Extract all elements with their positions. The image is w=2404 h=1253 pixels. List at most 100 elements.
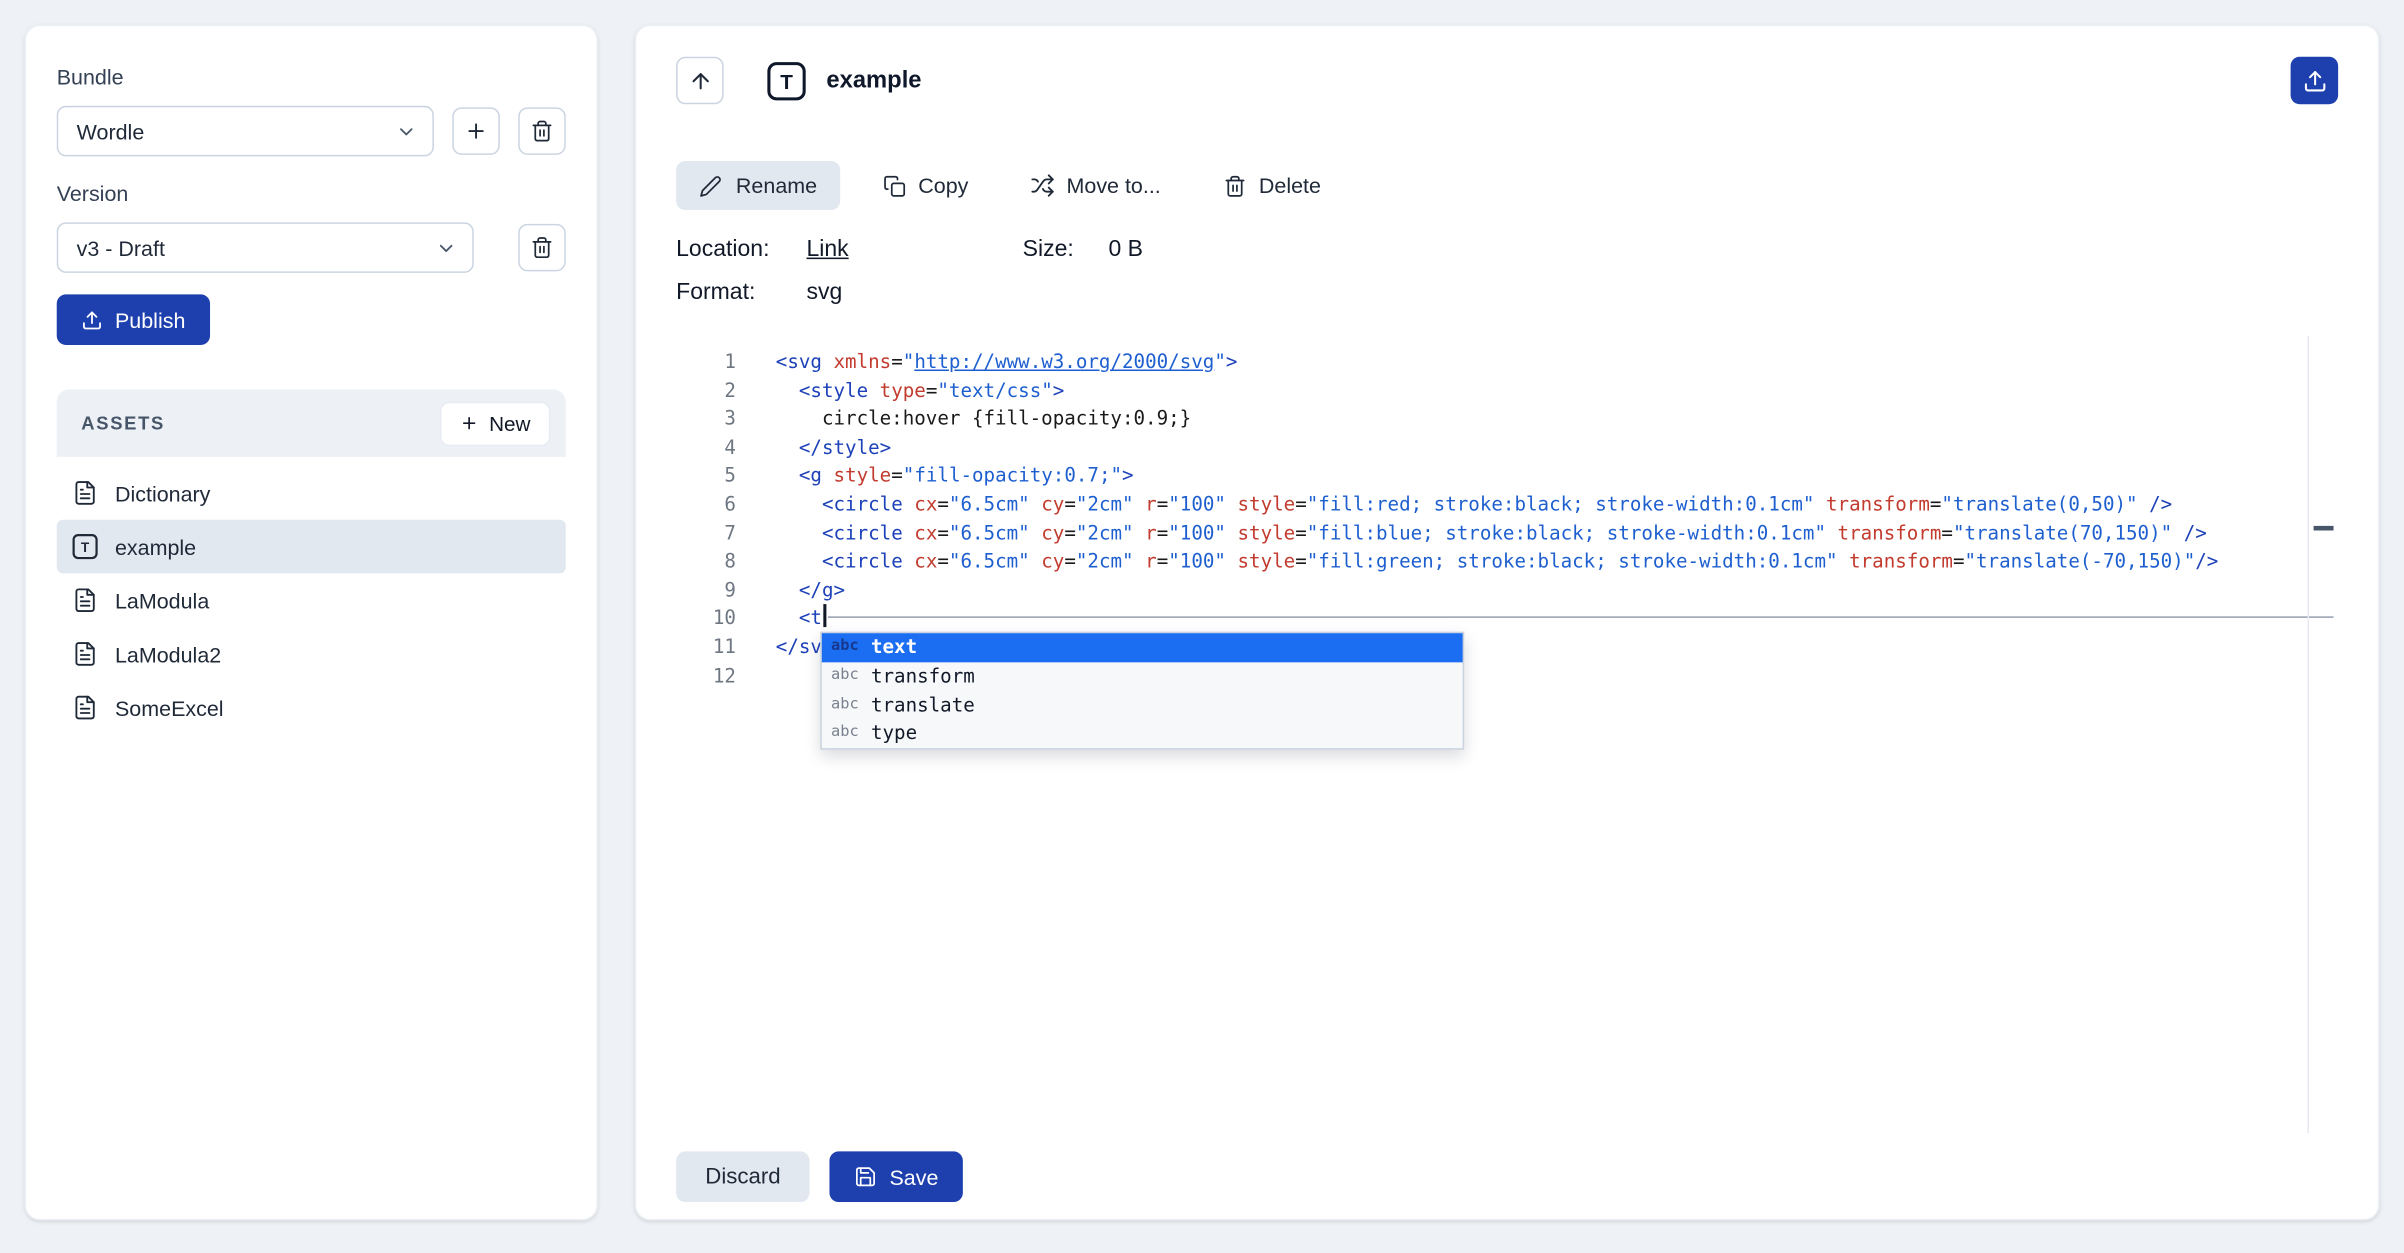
code-line[interactable]: <circle cx="6.5cm" cy="2cm" r="100" styl… bbox=[776, 519, 2308, 548]
delete-bundle-button[interactable] bbox=[518, 107, 566, 155]
format-label: Format: bbox=[676, 276, 806, 310]
trash-icon bbox=[530, 120, 553, 143]
delete-button[interactable]: Delete bbox=[1224, 173, 1321, 198]
assets-title: ASSETS bbox=[81, 412, 165, 433]
autocomplete-popup: abctextabctransformabctranslateabctype bbox=[820, 632, 1464, 750]
version-label: Version bbox=[57, 181, 566, 207]
code-line[interactable]: <circle cx="6.5cm" cy="2cm" r="100" styl… bbox=[776, 548, 2308, 577]
asset-row[interactable]: SomeExcel bbox=[57, 681, 566, 735]
rename-button[interactable]: Rename bbox=[676, 161, 840, 210]
code-line[interactable]: <svg xmlns="http://www.w3.org/2000/svg"> bbox=[776, 348, 2308, 377]
line-number: 1 bbox=[676, 348, 736, 377]
line-number: 10 bbox=[676, 605, 736, 634]
publish-icon bbox=[81, 309, 102, 330]
assets-header: ASSETS New bbox=[57, 389, 566, 456]
line-number: 3 bbox=[676, 405, 736, 434]
svg-text:T: T bbox=[81, 540, 90, 555]
autocomplete-item[interactable]: abc translate bbox=[822, 691, 1463, 720]
move-to-button-label: Move to... bbox=[1067, 173, 1161, 198]
line-number: 6 bbox=[676, 491, 736, 520]
up-button[interactable] bbox=[676, 57, 724, 105]
copy-icon bbox=[883, 174, 906, 197]
autocomplete-item[interactable]: abctype bbox=[822, 720, 1463, 749]
line-number: 5 bbox=[676, 462, 736, 491]
size-label: Size: bbox=[1023, 233, 1109, 267]
completion-label: translate bbox=[871, 691, 975, 720]
line-number: 12 bbox=[676, 662, 736, 691]
type-icon: T bbox=[72, 534, 98, 560]
completion-kind-abc: abc bbox=[831, 633, 859, 662]
upload-icon bbox=[2302, 68, 2327, 93]
app-root: Bundle Wordle Version v3 - D bbox=[0, 0, 2404, 1253]
publish-button-label: Publish bbox=[115, 307, 185, 332]
publish-button[interactable]: Publish bbox=[57, 294, 210, 345]
asset-row[interactable]: Dictionary bbox=[57, 466, 566, 520]
editor-scrollbar-line bbox=[2307, 336, 2309, 1133]
asset-row[interactable]: T example bbox=[57, 520, 566, 574]
completion-kind-abc: abc bbox=[831, 691, 859, 720]
pencil-icon bbox=[699, 174, 722, 197]
line-number: 11 bbox=[676, 633, 736, 662]
sidebar: Bundle Wordle Version v3 - D bbox=[25, 25, 598, 1221]
upload-button[interactable] bbox=[2291, 57, 2339, 105]
new-asset-button-label: New bbox=[489, 412, 530, 435]
delete-button-label: Delete bbox=[1259, 173, 1321, 198]
location-label: Location: bbox=[676, 233, 806, 267]
version-row: v3 - Draft bbox=[57, 222, 566, 273]
main-panel: T example Rename Copy bbox=[635, 25, 2380, 1221]
bundle-select-value: Wordle bbox=[77, 119, 145, 144]
save-button-label: Save bbox=[889, 1164, 938, 1189]
asset-label: example bbox=[115, 534, 196, 559]
copy-button[interactable]: Copy bbox=[883, 173, 968, 198]
asset-row[interactable]: LaModula2 bbox=[57, 627, 566, 681]
completion-kind-abc: abc bbox=[831, 662, 859, 691]
autocomplete-item[interactable]: abctransform bbox=[822, 662, 1463, 691]
shuffle-icon bbox=[1030, 173, 1055, 198]
version-select[interactable]: v3 - Draft bbox=[57, 222, 474, 273]
plus-icon bbox=[465, 120, 488, 143]
line-number: 9 bbox=[676, 576, 736, 605]
new-asset-button[interactable]: New bbox=[440, 401, 550, 445]
file-text-icon bbox=[72, 641, 98, 667]
line-number: 2 bbox=[676, 377, 736, 406]
save-button[interactable]: Save bbox=[830, 1151, 963, 1202]
asset-list: Dictionary T example LaModula LaModula2 bbox=[57, 466, 566, 734]
bundle-label: Bundle bbox=[57, 64, 566, 90]
trash-icon bbox=[1224, 174, 1247, 197]
rename-button-label: Rename bbox=[736, 173, 817, 198]
code-line[interactable]: <t bbox=[776, 605, 2308, 634]
move-to-button[interactable]: Move to... bbox=[1030, 173, 1161, 198]
code-line[interactable]: <circle cx="6.5cm" cy="2cm" r="100" styl… bbox=[776, 491, 2308, 520]
autocomplete-item[interactable]: abctext bbox=[822, 633, 1463, 662]
add-bundle-button[interactable] bbox=[452, 107, 500, 155]
completion-label: text bbox=[871, 633, 917, 662]
asset-label: SomeExcel bbox=[115, 695, 224, 720]
format-value: svg bbox=[806, 276, 1022, 310]
chevron-down-icon bbox=[396, 120, 417, 141]
code-line[interactable]: <g style="fill-opacity:0.7;"> bbox=[776, 462, 2308, 491]
file-title: example bbox=[826, 67, 921, 95]
editor-footer: Discard Save bbox=[676, 1151, 2338, 1202]
code-line[interactable]: </style> bbox=[776, 434, 2308, 463]
file-meta: Location: Link Size: 0 B Format: svg bbox=[676, 233, 2338, 310]
code-line[interactable]: <style type="text/css"> bbox=[776, 377, 2308, 406]
code-line[interactable]: </g> bbox=[776, 576, 2308, 605]
toolbar: Rename Copy Move to... Delete bbox=[676, 161, 2338, 210]
completion-label: type bbox=[871, 720, 917, 749]
code-editor[interactable]: 123456789101112 <svg xmlns="http://www.w… bbox=[676, 336, 2338, 1133]
code-line[interactable]: circle:hover {fill-opacity:0.9;} bbox=[776, 405, 2308, 434]
file-text-icon bbox=[72, 695, 98, 721]
location-link[interactable]: Link bbox=[806, 233, 848, 267]
copy-button-label: Copy bbox=[918, 173, 968, 198]
bundle-select[interactable]: Wordle bbox=[57, 106, 434, 157]
version-select-value: v3 - Draft bbox=[77, 235, 165, 260]
save-icon bbox=[854, 1165, 877, 1188]
delete-version-button[interactable] bbox=[518, 224, 566, 272]
asset-row[interactable]: LaModula bbox=[57, 573, 566, 627]
scroll-position-marker bbox=[2314, 526, 2334, 531]
discard-button[interactable]: Discard bbox=[676, 1151, 810, 1202]
size-value: 0 B bbox=[1109, 233, 2339, 267]
line-number: 7 bbox=[676, 519, 736, 548]
file-text-icon bbox=[72, 480, 98, 506]
file-text-icon bbox=[72, 587, 98, 613]
